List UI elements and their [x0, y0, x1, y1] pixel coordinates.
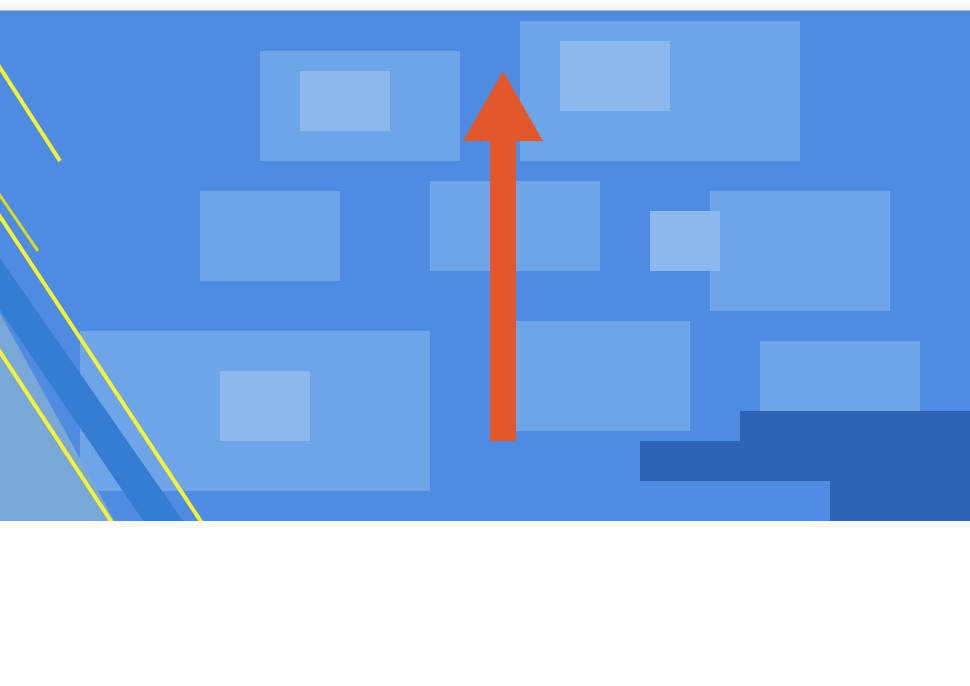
map-raster-icon [0, 11, 970, 521]
map-canvas[interactable] [0, 11, 970, 521]
toolbar-area [0, 0, 970, 11]
